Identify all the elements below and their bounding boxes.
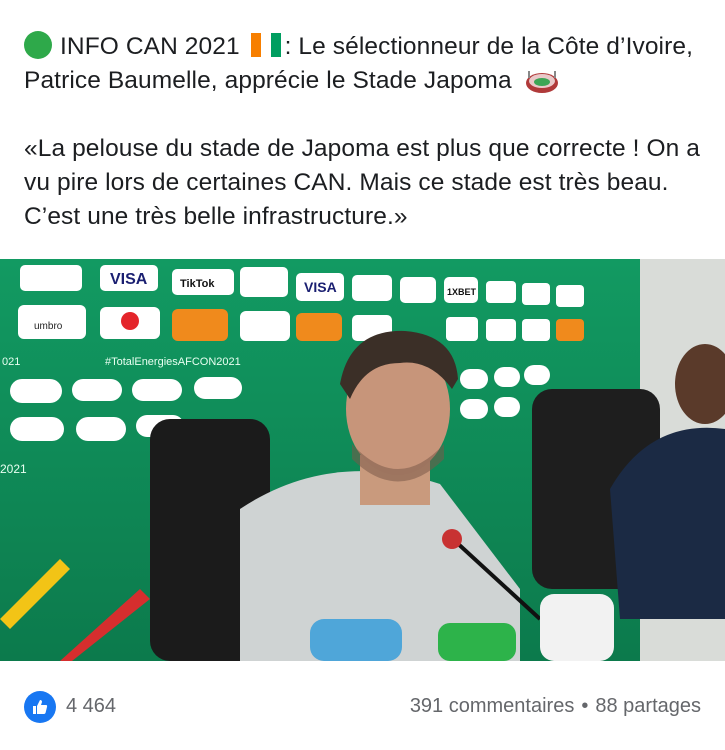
microphone-head	[442, 529, 462, 549]
sponsor-1xbet: 1XBET	[447, 287, 477, 297]
post-footer: 4 464 391 commentaires • 88 partages	[0, 661, 725, 750]
white-bottle-cap	[540, 594, 614, 661]
headline-tag: INFO CAN 2021	[60, 33, 240, 60]
year-fragment-1: 021	[2, 356, 20, 368]
green-circle-icon	[24, 31, 52, 59]
comments-count[interactable]: 391 commentaires	[410, 695, 575, 717]
year-fragment-2: 2021	[0, 462, 27, 476]
stadium-icon	[525, 71, 558, 93]
reaction-count[interactable]: 4 464	[66, 695, 116, 718]
thumbs-up-icon[interactable]	[24, 691, 56, 723]
stats-separator: •	[581, 695, 589, 717]
post-headline: INFO CAN 2021 : Le sélectionneur de la C…	[24, 30, 704, 98]
sponsor-visa-1: VISA	[110, 271, 148, 288]
green-bottle-cap	[438, 623, 516, 661]
sponsor-tiktok-1: TikTok	[180, 278, 215, 290]
sponsor-umbro: umbro	[34, 321, 63, 332]
shares-count[interactable]: 88 partages	[595, 695, 701, 717]
engagement-stats: 391 commentaires • 88 partages	[410, 695, 701, 718]
post-text: INFO CAN 2021 : Le sélectionneur de la C…	[24, 30, 704, 234]
cote-divoire-flag-icon	[250, 33, 281, 57]
press-conference-photo[interactable]: VISA TikTok VISA 1XBET umbro 021 #TotalE…	[0, 259, 725, 661]
post-quote: «La pelouse du stade de Japoma est plus …	[24, 135, 701, 230]
blue-bottle-cap	[310, 619, 402, 661]
afcon-hashtag: #TotalEnergiesAFCON2021	[105, 356, 241, 368]
photo-scene: VISA TikTok VISA 1XBET umbro 021 #TotalE…	[0, 259, 725, 661]
sponsor-visa-2: VISA	[304, 279, 337, 295]
